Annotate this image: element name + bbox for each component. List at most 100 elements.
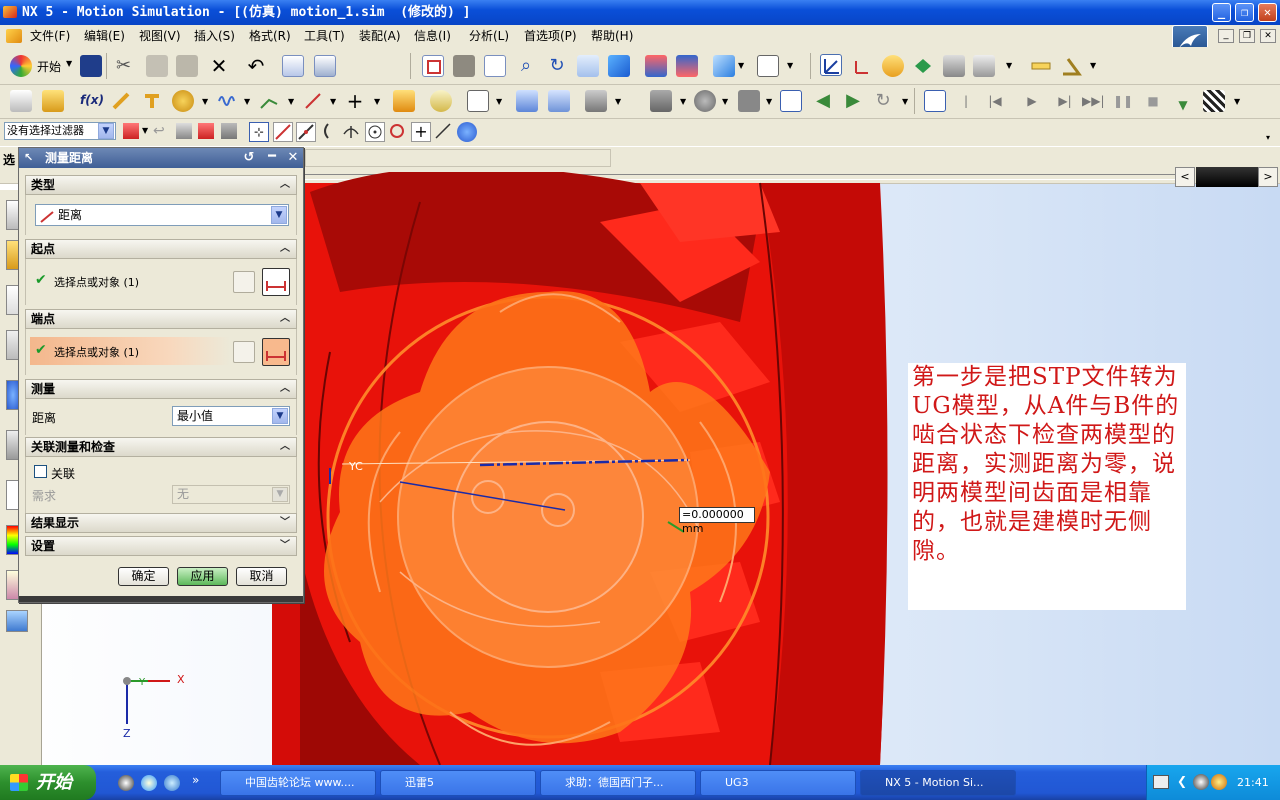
ok-button[interactable]: 确定: [118, 567, 169, 586]
move-layer-icon[interactable]: [676, 55, 698, 77]
start-button[interactable]: 开始: [37, 58, 61, 75]
menu-file[interactable]: 文件(F): [30, 28, 70, 44]
load-dropdown-icon[interactable]: ▼: [615, 97, 621, 106]
select-body-icon[interactable]: [176, 123, 192, 139]
copy-icon[interactable]: [146, 55, 168, 77]
snap-on-curve-icon[interactable]: [434, 122, 454, 142]
part-navigator-icon[interactable]: [10, 90, 32, 112]
link-icon[interactable]: [110, 90, 132, 112]
wcs-origin-icon[interactable]: [852, 55, 874, 77]
measure2-dropdown-icon[interactable]: ▼: [722, 97, 728, 106]
menu-analysis[interactable]: 分析(L): [469, 28, 509, 44]
snap-existing-point-icon[interactable]: +: [411, 122, 431, 142]
task-item[interactable]: 中国齿轮论坛 www....: [220, 770, 376, 796]
gear-dropdown-icon[interactable]: ▼: [202, 97, 208, 106]
redo-dropdown-icon[interactable]: ▼: [902, 97, 908, 106]
play-icon[interactable]: ▶: [1021, 90, 1043, 112]
minimize-button[interactable]: _: [1212, 3, 1231, 22]
clock[interactable]: 21:41: [1237, 776, 1269, 789]
menu-insert[interactable]: 插入(S): [194, 28, 235, 44]
zoom-in-out-icon[interactable]: ⌕: [515, 55, 537, 77]
load-icon[interactable]: [585, 90, 607, 112]
start-dropdown-icon[interactable]: ▼: [66, 59, 72, 68]
select-face-icon[interactable]: [198, 123, 214, 139]
cut-icon[interactable]: ✂: [116, 55, 138, 77]
type-select[interactable]: 距离 ▼: [35, 204, 289, 226]
wcs-orient-icon[interactable]: [912, 55, 934, 77]
quicklaunch-more-icon[interactable]: »: [192, 773, 199, 787]
toolbar-overflow-icon[interactable]: ▾: [1266, 133, 1270, 142]
section-settings-header[interactable]: 设置 ﹀: [25, 536, 297, 556]
marker-icon[interactable]: [393, 90, 415, 112]
snap-center-icon[interactable]: [365, 122, 385, 142]
task-item-active[interactable]: NX 5 - Motion Si...: [860, 770, 1016, 796]
repeat-command-icon[interactable]: [314, 55, 336, 77]
scope-dropdown-icon[interactable]: ▼: [142, 126, 148, 135]
section-measure-header[interactable]: 测量 ︿: [25, 379, 297, 399]
expand-icon[interactable]: ﹀: [277, 516, 293, 530]
render-style-icon[interactable]: [757, 55, 779, 77]
gear-icon[interactable]: [172, 90, 194, 112]
tray-expand-icon[interactable]: ❮: [1177, 774, 1191, 790]
delete-icon[interactable]: ✕: [208, 55, 230, 77]
loop-icon[interactable]: ▼: [1172, 94, 1194, 116]
motion-wizard-icon[interactable]: [42, 90, 64, 112]
redo-icon[interactable]: ↻: [872, 90, 894, 112]
animation-icon[interactable]: [780, 90, 802, 112]
save-icon[interactable]: [80, 55, 102, 77]
snap-enable-icon[interactable]: ⊹: [249, 122, 269, 142]
trace-dropdown-icon[interactable]: ▼: [766, 97, 772, 106]
reset-icon[interactable]: ↺: [241, 150, 257, 166]
snap-midpoint-icon[interactable]: [296, 122, 316, 142]
select-edge-icon[interactable]: [221, 123, 237, 139]
collapse-icon[interactable]: ︿: [277, 242, 293, 256]
curve-icon[interactable]: [258, 90, 280, 112]
type-dropdown-icon[interactable]: ▼: [271, 206, 287, 224]
rotate-icon[interactable]: ↻: [546, 55, 568, 77]
paste-icon[interactable]: [176, 55, 198, 77]
spring-icon[interactable]: [216, 90, 238, 112]
layer-settings-icon[interactable]: [645, 55, 667, 77]
media-icon[interactable]: [141, 775, 157, 791]
associative-checkbox[interactable]: [34, 465, 47, 478]
point-constructor-icon[interactable]: [233, 341, 255, 363]
fast-forward-icon[interactable]: ▶▶|: [1082, 90, 1105, 112]
dialog-close-button[interactable]: ✕: [285, 150, 301, 166]
measure-distance-icon[interactable]: [1030, 55, 1052, 77]
pause-icon[interactable]: ❚❚: [1112, 90, 1134, 112]
undo-icon[interactable]: ↶: [245, 55, 267, 77]
step-back-icon[interactable]: |◀: [984, 90, 1006, 112]
selection-filter-dropdown-icon[interactable]: ▼: [98, 123, 114, 139]
wcs-dropdown-icon[interactable]: ▼: [1006, 61, 1012, 70]
start-select-label[interactable]: 选择点或对象 (1): [54, 274, 139, 290]
stop-icon[interactable]: ■: [1142, 90, 1164, 112]
snap-on-surface-icon[interactable]: [457, 122, 477, 142]
arrow-left-icon[interactable]: ◀: [812, 90, 834, 112]
network-icon[interactable]: [1211, 774, 1227, 790]
section-type-header[interactable]: 类型 ︿: [25, 175, 297, 195]
constraint-dropdown-icon[interactable]: ▼: [496, 97, 502, 106]
point-icon[interactable]: +: [344, 90, 366, 112]
step-forward-icon[interactable]: ▶|: [1054, 90, 1076, 112]
dialog-minimize-button[interactable]: ━: [264, 150, 280, 166]
section-assoc-header[interactable]: 关联测量和检查 ︿: [25, 437, 297, 457]
start-button[interactable]: 开始: [0, 765, 96, 800]
doc-close-button[interactable]: ✕: [1260, 29, 1276, 43]
wcs-icon[interactable]: [820, 54, 842, 76]
zoom-icon[interactable]: [484, 55, 506, 77]
qq-tray-icon[interactable]: [1193, 774, 1209, 790]
fit-icon[interactable]: [422, 55, 444, 77]
snap-control-icon[interactable]: [319, 122, 339, 142]
undo-select-icon[interactable]: ↩: [153, 123, 169, 139]
task-item[interactable]: 求助：德国西门子...: [540, 770, 696, 796]
wcs-display-icon[interactable]: [973, 55, 995, 77]
perspective-icon[interactable]: [608, 55, 630, 77]
curve-dropdown-icon[interactable]: ▼: [288, 97, 294, 106]
distance-mode-dropdown-icon[interactable]: ▼: [272, 408, 288, 424]
snap-quadrant-icon[interactable]: [388, 122, 408, 142]
end-select-icon[interactable]: [262, 338, 290, 366]
joint-icon[interactable]: [141, 90, 163, 112]
solver-icon[interactable]: [516, 90, 538, 112]
menu-format[interactable]: 格式(R): [249, 28, 291, 44]
start-icon[interactable]: [10, 55, 32, 77]
